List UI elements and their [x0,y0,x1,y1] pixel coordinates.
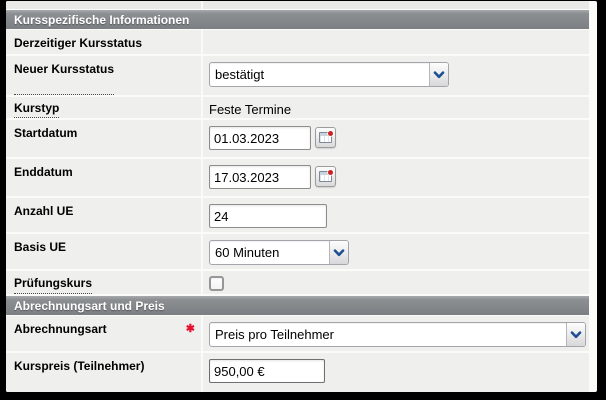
section-header-billing: Abrechnungsart und Preis [6,296,589,316]
value-cell-billing-type: Preis pro Teilnehmer [203,316,589,351]
label-cell-current-status: Derzeitiger Kursstatus [6,30,203,54]
label-cell-exam-course: Prüfungskurs [6,271,203,294]
required-asterisk-icon: ✱ [185,323,195,335]
field-label: Derzeitiger Kursstatus [14,36,143,50]
field-label-help: Prüfungskurs [14,276,93,294]
billing-type-select[interactable]: Preis pro Teilnehmer [209,322,586,347]
value-cell-current-status [203,30,589,54]
field-label-help: Kurstyp [14,101,60,118]
calendar-icon [319,131,333,143]
label-cell-units-count: Anzahl UE [6,198,203,232]
label-cell-billing-type: Abrechnungsart ✱ [6,316,203,351]
chevron-down-icon[interactable] [429,63,448,86]
field-label: Startdatum [14,126,78,140]
section-header-course-info: Kursspezifische Informationen [6,10,589,30]
row-start-date: Startdatum [6,120,589,159]
end-date-picker-button[interactable] [315,166,336,187]
field-label: Anzahl UE [14,204,74,218]
row-new-status: Neuer Kursstatus bestätigt [6,56,589,97]
label-cell-new-status: Neuer Kursstatus [6,56,203,95]
exam-course-checkbox[interactable] [209,276,224,291]
units-count-input[interactable] [209,204,327,228]
row-course-type: Kurstyp Feste Termine [6,97,589,120]
unit-basis-select[interactable]: 60 Minuten [209,240,349,265]
select-selected-value: 60 Minuten [215,245,280,260]
course-type-value: Feste Termine [209,102,292,117]
section-title: Abrechnungsart und Preis [14,299,165,313]
row-course-price: Kurspreis (Teilnehmer) [6,353,589,392]
start-date-input[interactable] [209,126,311,150]
value-cell-course-price [203,353,589,392]
row-unit-basis: Basis UE 60 Minuten [6,234,589,271]
row-exam-course: Prüfungskurs [6,271,589,296]
end-date-input[interactable] [209,165,311,189]
stub-label-cell [6,1,203,9]
field-label: Kurspreis (Teilnehmer) [14,359,145,373]
field-label: Basis UE [14,240,67,254]
value-cell-unit-basis: 60 Minuten [203,234,589,269]
previous-row-fragment [6,1,589,10]
stub-value-cell [203,1,589,9]
chevron-down-icon[interactable] [329,241,348,264]
value-cell-exam-course [203,271,589,294]
value-cell-units-count [203,198,589,232]
section-title: Kursspezifische Informationen [14,13,190,27]
label-cell-start-date: Startdatum [6,120,203,157]
form-window: Kursspezifische Informationen Derzeitige… [6,1,597,392]
field-label-help: Neuer Kursstatus [14,62,115,95]
course-form-table: Kursspezifische Informationen Derzeitige… [6,1,589,392]
row-billing-type: Abrechnungsart ✱ Preis pro Teilnehmer [6,316,589,353]
label-cell-unit-basis: Basis UE [6,234,203,269]
value-cell-new-status: bestätigt [203,56,589,95]
value-cell-course-type: Feste Termine [203,97,589,118]
row-current-status: Derzeitiger Kursstatus [6,30,589,56]
new-status-select[interactable]: bestätigt [209,62,449,87]
value-cell-start-date [203,120,589,157]
row-units-count: Anzahl UE [6,198,589,234]
select-selected-value: bestätigt [215,67,265,82]
value-cell-end-date [203,159,589,196]
label-cell-end-date: Enddatum [6,159,203,196]
label-cell-course-price: Kurspreis (Teilnehmer) [6,353,203,392]
course-price-input[interactable] [209,359,325,383]
start-date-picker-button[interactable] [315,127,336,148]
field-label: Abrechnungsart [14,322,107,336]
chevron-down-icon[interactable] [566,323,585,346]
row-end-date: Enddatum [6,159,589,198]
label-cell-course-type: Kurstyp [6,97,203,118]
calendar-icon [319,170,333,182]
select-selected-value: Preis pro Teilnehmer [215,327,334,342]
field-label: Enddatum [14,165,73,179]
